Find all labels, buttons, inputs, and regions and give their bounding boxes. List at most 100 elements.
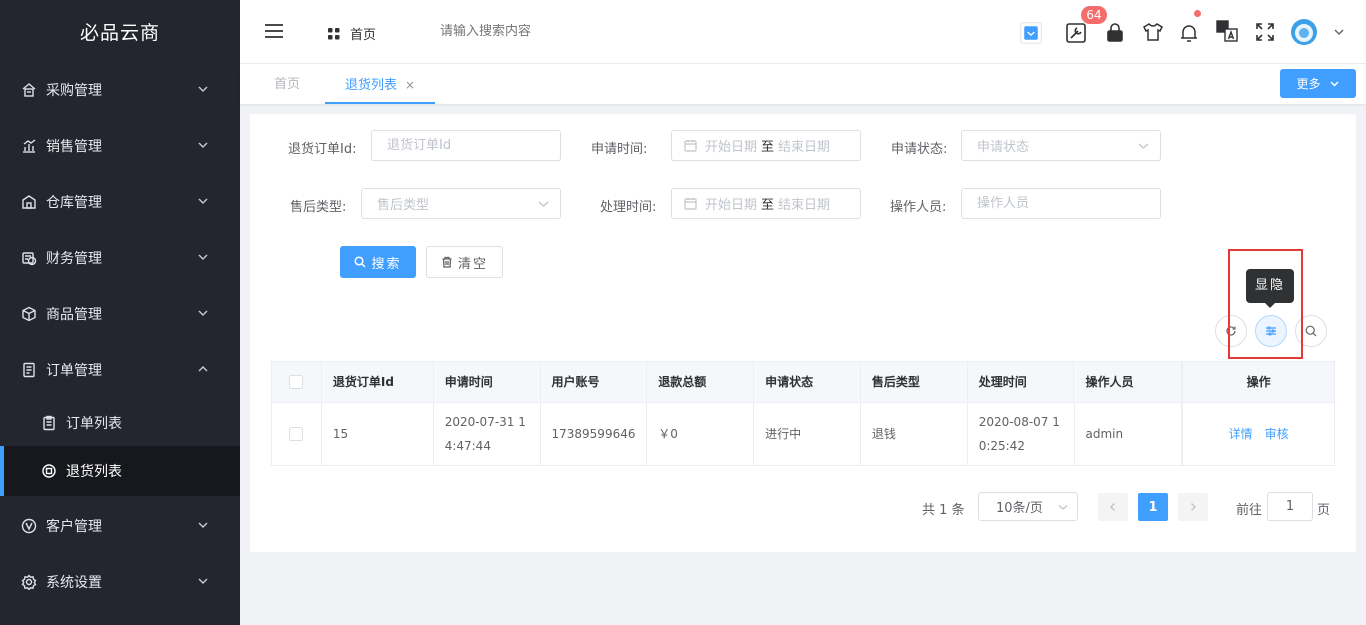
bell-icon[interactable] <box>1178 22 1200 44</box>
chevron-down-icon <box>198 522 208 528</box>
cell-actions: 详情 审核 <box>1182 403 1334 465</box>
goods-box-icon <box>20 305 38 323</box>
goto-label: 前往 <box>1236 503 1263 518</box>
chevron-down-icon <box>198 86 208 92</box>
search-button-label: 搜索 <box>371 256 402 272</box>
pagination-total: 共 1 条 <box>922 503 965 518</box>
clear-button-label: 清空 <box>457 256 488 272</box>
operator-field[interactable] <box>961 188 1161 219</box>
hamburger-menu-icon[interactable] <box>264 22 284 40</box>
tab-home[interactable]: 首页 <box>254 64 320 104</box>
tab-label: 首页 <box>274 77 301 92</box>
cell-handle-time: 2020-08-07 10:25:42 <box>968 403 1075 465</box>
detail-link[interactable]: 详情 <box>1229 422 1253 446</box>
header-apply-time: 申请时间 <box>434 362 541 402</box>
highlight-annotation-box <box>1228 249 1303 359</box>
sidebar-item-label: 采购管理 <box>46 83 102 99</box>
cell-return-id: 15 <box>322 403 434 465</box>
chevron-down-icon <box>538 201 549 207</box>
goto-page-input[interactable]: 1 <box>1267 492 1313 521</box>
sidebar: 必品云商 采购管理 销售管理 仓库管理 财务管理 商品管理 订单管理 订单列表 … <box>0 0 240 625</box>
dropdown-toggle-icon[interactable] <box>1020 22 1042 44</box>
cell-account: 17389599646 <box>541 403 648 465</box>
finance-icon <box>20 249 38 267</box>
apply-status-select[interactable]: 申请状态 <box>961 130 1161 161</box>
header-return-id: 退货订单Id <box>322 362 434 402</box>
page-size-select[interactable]: 10条/页 <box>978 492 1078 521</box>
lock-icon[interactable] <box>1104 21 1126 43</box>
sidebar-item-goods[interactable]: 商品管理 <box>0 286 240 342</box>
chevron-down-icon <box>1058 505 1068 510</box>
header-checkbox-cell <box>272 362 322 402</box>
home-breadcrumb[interactable]: 首页 <box>328 24 376 43</box>
start-date-placeholder[interactable]: 开始日期 <box>705 136 757 155</box>
return-table: 退货订单Id 申请时间 用户账号 退款总额 申请状态 售后类型 处理时间 操作人… <box>271 361 1335 466</box>
start-date-placeholder[interactable]: 开始日期 <box>705 194 757 213</box>
theme-shirt-icon[interactable] <box>1142 21 1164 43</box>
apply-time-range[interactable]: 开始日期 至 结束日期 <box>671 130 861 161</box>
gear-icon <box>20 573 38 591</box>
unread-dot <box>1194 10 1201 17</box>
sidebar-item-customers[interactable]: 客户管理 <box>0 498 240 554</box>
return-id-input[interactable] <box>387 138 560 153</box>
end-date-placeholder[interactable]: 结束日期 <box>778 136 830 155</box>
tab-return-list[interactable]: 退货列表 × <box>325 64 436 104</box>
sidebar-subitem-label: 退货列表 <box>66 464 122 480</box>
search-button[interactable]: 搜索 <box>340 246 416 278</box>
row-checkbox[interactable] <box>289 427 304 441</box>
global-search-input[interactable] <box>440 24 640 39</box>
sidebar-item-finance[interactable]: 财务管理 <box>0 230 240 286</box>
header-type: 售后类型 <box>861 362 968 402</box>
customer-icon <box>20 517 38 535</box>
aftersale-type-select[interactable]: 售后类型 <box>361 188 561 219</box>
prev-page-button[interactable] <box>1098 493 1128 521</box>
more-button[interactable]: 更多 <box>1280 69 1356 98</box>
order-doc-icon <box>20 361 38 379</box>
chevron-down-icon <box>198 578 208 584</box>
sidebar-item-sales[interactable]: 销售管理 <box>0 118 240 174</box>
translate-icon[interactable] <box>1216 20 1238 42</box>
home-label: 首页 <box>350 28 377 43</box>
sidebar-item-label: 销售管理 <box>46 139 102 155</box>
apply-status-label: 申请状态: <box>891 142 948 157</box>
handle-time-range[interactable]: 开始日期 至 结束日期 <box>671 188 861 219</box>
page-number-current[interactable]: 1 <box>1138 493 1168 521</box>
header-actions: 操作 <box>1182 362 1334 402</box>
return-id-label: 退货订单Id: <box>288 142 357 157</box>
sidebar-item-warehouse[interactable]: 仓库管理 <box>0 174 240 230</box>
warehouse-icon <box>20 193 38 211</box>
close-icon[interactable]: × <box>405 78 415 92</box>
sidebar-item-settings[interactable]: 系统设置 <box>0 554 240 610</box>
end-date-placeholder[interactable]: 结束日期 <box>778 194 830 213</box>
next-page-button[interactable] <box>1178 493 1208 521</box>
calendar-icon <box>684 198 697 210</box>
tools-icon[interactable] <box>1065 22 1087 44</box>
sidebar-item-purchase[interactable]: 采购管理 <box>0 62 240 118</box>
sidebar-item-label: 订单管理 <box>46 363 102 379</box>
header-amount: 退款总额 <box>647 362 755 402</box>
select-all-checkbox[interactable] <box>289 375 304 389</box>
aftersale-type-label: 售后类型: <box>290 200 347 215</box>
more-label: 更多 <box>1296 77 1321 91</box>
chevron-up-icon <box>198 366 208 372</box>
avatar[interactable] <box>1290 18 1318 46</box>
fullscreen-icon[interactable] <box>1254 21 1276 43</box>
operator-input[interactable] <box>977 196 1160 211</box>
clear-button[interactable]: 清空 <box>426 246 503 278</box>
sidebar-item-orders[interactable]: 订单管理 <box>0 342 240 398</box>
handle-time-label: 处理时间: <box>600 200 657 215</box>
return-id-field[interactable] <box>371 130 561 161</box>
table-row: 15 2020-07-31 14:47:44 17389599646 ￥0 进行… <box>272 403 1334 465</box>
sidebar-subitem-order-list[interactable]: 订单列表 <box>0 398 240 448</box>
clipboard-icon <box>40 414 58 432</box>
chevron-down-icon <box>198 254 208 260</box>
top-header: 首页 64 <box>240 0 1366 64</box>
cell-amount: ￥0 <box>647 403 755 465</box>
header-account: 用户账号 <box>541 362 648 402</box>
sidebar-subitem-return-list[interactable]: 退货列表 <box>0 446 240 496</box>
header-operator: 操作人员 <box>1074 362 1183 402</box>
table-header-row: 退货订单Id 申请时间 用户账号 退款总额 申请状态 售后类型 处理时间 操作人… <box>272 362 1334 403</box>
page-size-value: 10条/页 <box>996 501 1043 516</box>
chevron-down-icon[interactable] <box>1332 25 1346 39</box>
review-link[interactable]: 审核 <box>1265 422 1289 446</box>
